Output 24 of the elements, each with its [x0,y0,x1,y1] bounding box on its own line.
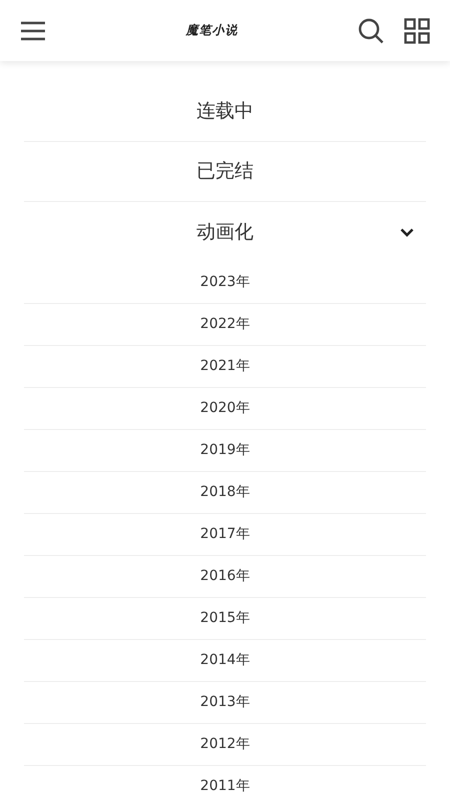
menu-button[interactable] [20,20,46,40]
menu-icon [20,20,46,40]
year-item[interactable]: 2019年 [200,441,250,459]
year-item[interactable]: 2020年 [200,399,250,417]
year-item[interactable]: 2023年 [200,273,250,291]
year-item[interactable]: 2022年 [200,315,250,333]
year-item[interactable]: 2011年 [200,777,250,795]
category-item[interactable]: 已完结 [196,158,254,184]
category-item[interactable]: 连载中 [196,98,254,124]
search-icon [358,18,384,44]
grid-button[interactable] [404,18,430,44]
search-button[interactable] [358,18,384,44]
grid-icon [404,18,430,44]
year-item[interactable]: 2014年 [200,651,250,669]
category-item[interactable]: 动画化 [196,218,254,245]
year-item[interactable]: 2012年 [200,735,250,753]
chevron-down-icon[interactable] [400,226,414,238]
year-item[interactable]: 2013年 [200,693,250,711]
app-logo: 魔笔小说 [184,22,239,39]
year-item[interactable]: 2015年 [200,609,250,627]
year-item[interactable]: 2016年 [200,567,250,585]
year-item[interactable]: 2021年 [200,357,250,375]
year-item[interactable]: 2018年 [200,483,250,501]
year-item[interactable]: 2017年 [200,525,250,543]
